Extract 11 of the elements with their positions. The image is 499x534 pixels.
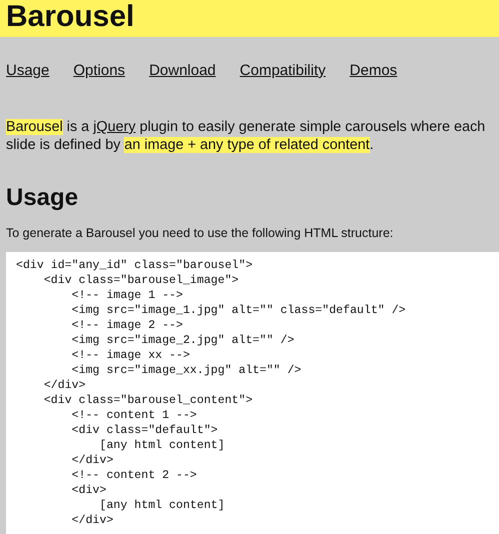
instruction-text: To generate a Barousel you need to use the following HTML structure: [6, 226, 394, 241]
jquery-link[interactable]: jQuery [93, 119, 136, 135]
nav-link[interactable]: Compatibility [240, 62, 326, 80]
site-title: Barousel [6, 0, 134, 34]
section-heading: Usage [6, 184, 78, 212]
nav-link[interactable]: Download [149, 62, 216, 80]
code-block: <div id="any_id" class="barousel"> <div class="barousel_image"> <!-- image 1 --> <img src="image_1.jpg" alt="" class="default" /> <!-- image 2 --> <img src="image_2.jpg" alt="" /> <!-- image xx --> <img src="image_xx.jpg" alt="" /> </div> <div class="barousel_content"> <!-- content 1 --> <div class="default"> [any html content] </div> <!-- content 2 --> <div> [any html content] </div> [6, 252, 499, 534]
intro-paragraph: Barousel is a jQuery plugin to easily generate simple carousels where each slide is defined by an image + any type of related content. [6, 118, 486, 154]
nav-link[interactable]: Demos [350, 62, 398, 80]
nav-link[interactable]: Options [73, 62, 126, 80]
nav-link[interactable]: Usage [6, 62, 50, 80]
